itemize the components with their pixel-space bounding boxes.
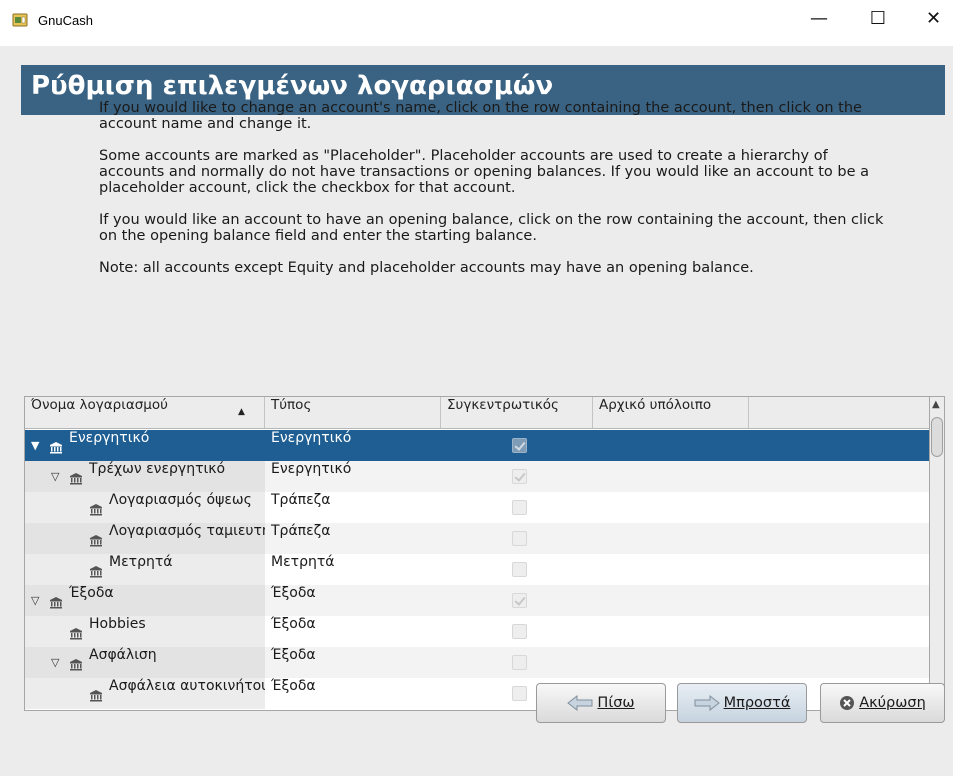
account-type: Τράπεζα [271, 492, 331, 508]
account-name[interactable]: Μετρητά [109, 554, 265, 585]
bank-icon [89, 532, 103, 547]
opening-balance-cell[interactable] [595, 616, 745, 647]
placeholder-checkbox[interactable] [512, 593, 527, 608]
tree-row[interactable]: ▽ Τρέχων ενεργητικό Ενεργητικό [25, 461, 929, 492]
tree-row[interactable]: ▼ Ενεργητικό Ενεργητικό [25, 430, 929, 461]
cancel-icon [840, 696, 855, 710]
placeholder-checkbox[interactable] [512, 686, 527, 701]
tree-row[interactable]: Μετρητά Μετρητά [25, 554, 929, 585]
gnucash-icon [12, 13, 28, 27]
bank-icon [49, 439, 63, 454]
column-header-placeholder[interactable]: Συγκεντρωτικός [441, 397, 593, 428]
tree-header: Όνομα λογαριασμού ▲ Τύπος Συγκεντρωτικός… [25, 397, 929, 429]
opening-balance-cell[interactable] [595, 647, 745, 678]
tree-row[interactable]: ▽ Έξοδα Έξοδα [25, 585, 929, 616]
arrow-right-icon [694, 695, 720, 711]
maximize-button[interactable]: ☐ [855, 8, 901, 38]
page-title: Ρύθμιση επιλεγμένων λογαριασμών [31, 71, 554, 101]
account-name[interactable]: Λογαριασμός όψεως [109, 492, 265, 523]
back-button[interactable]: Πίσω [536, 683, 666, 723]
tree-row[interactable]: ▽ Ασφάλιση Έξοδα [25, 647, 929, 678]
bank-icon [89, 501, 103, 516]
bank-icon [69, 625, 83, 640]
placeholder-checkbox[interactable] [512, 562, 527, 577]
sort-ascending-icon: ▲ [238, 407, 245, 417]
column-header-name-label: Όνομα λογαριασμού [31, 397, 168, 413]
account-name[interactable]: Hobbies [89, 616, 265, 647]
placeholder-checkbox[interactable] [512, 438, 527, 453]
opening-balance-cell[interactable] [595, 492, 745, 523]
tree-row[interactable]: Λογαριασμός ταμιευτηρίου Τράπεζα [25, 523, 929, 554]
instruction-paragraph: If you would like to change an account's… [99, 100, 862, 132]
account-type: Ενεργητικό [271, 461, 352, 477]
forward-button[interactable]: Μπροστά [677, 683, 807, 723]
column-header-opening-balance[interactable]: Αρχικό υπόλοιπο [593, 397, 749, 428]
account-type: Τράπεζα [271, 523, 331, 539]
opening-balance-cell[interactable] [595, 430, 745, 461]
placeholder-checkbox[interactable] [512, 531, 527, 546]
account-type: Μετρητά [271, 554, 335, 570]
account-name[interactable]: Ασφάλιση [89, 647, 265, 678]
tree-scrollbar[interactable]: ▲ ▼ [930, 396, 945, 711]
placeholder-checkbox[interactable] [512, 500, 527, 515]
account-name[interactable]: Τρέχων ενεργητικό [89, 461, 265, 492]
account-name[interactable]: Ενεργητικό [69, 430, 265, 461]
bank-icon [49, 594, 63, 609]
arrow-left-icon [567, 695, 593, 711]
placeholder-checkbox[interactable] [512, 624, 527, 639]
column-header-filler [749, 397, 929, 428]
instruction-paragraph: Note: all accounts except Equity and pla… [99, 260, 754, 276]
minimize-button[interactable]: — [796, 8, 842, 38]
account-name[interactable]: Έξοδα [69, 585, 265, 616]
expand-toggle-icon[interactable]: ▽ [51, 647, 59, 678]
expand-toggle-icon[interactable]: ▼ [31, 430, 39, 461]
account-type: Έξοδα [271, 647, 316, 663]
back-button-label: Πίσω [597, 695, 635, 711]
close-button[interactable]: ✕ [914, 8, 953, 38]
instruction-paragraph: Some accounts are marked as "Placeholder… [99, 148, 869, 196]
placeholder-checkbox[interactable] [512, 469, 527, 484]
expand-toggle-icon[interactable]: ▽ [51, 461, 59, 492]
opening-balance-cell[interactable] [595, 461, 745, 492]
opening-balance-cell[interactable] [595, 523, 745, 554]
scrollbar-thumb[interactable] [931, 417, 943, 457]
account-type: Έξοδα [271, 678, 316, 694]
scroll-up-icon[interactable]: ▲ [932, 399, 940, 410]
column-header-type[interactable]: Τύπος [265, 397, 441, 428]
tree-row[interactable]: Λογαριασμός όψεως Τράπεζα [25, 492, 929, 523]
cancel-button-label: Ακύρωση [859, 695, 926, 711]
placeholder-checkbox[interactable] [512, 655, 527, 670]
bank-icon [69, 656, 83, 671]
window-title: GnuCash [38, 13, 93, 28]
account-type: Ενεργητικό [271, 430, 352, 446]
accounts-tree[interactable]: Όνομα λογαριασμού ▲ Τύπος Συγκεντρωτικός… [24, 396, 930, 711]
column-header-name[interactable]: Όνομα λογαριασμού [25, 397, 265, 428]
instructions: If you would like to change an account's… [99, 100, 889, 292]
window-titlebar: GnuCash — ☐ ✕ [0, 0, 953, 46]
forward-button-label: Μπροστά [723, 695, 791, 711]
opening-balance-cell[interactable] [595, 585, 745, 616]
bank-icon [89, 687, 103, 702]
account-type: Έξοδα [271, 616, 316, 632]
opening-balance-cell[interactable] [595, 554, 745, 585]
instruction-paragraph: If you would like an account to have an … [99, 212, 884, 244]
account-name[interactable]: Λογαριασμός ταμιευτηρίου [109, 523, 265, 554]
account-name[interactable]: Ασφάλεια αυτοκινήτου [109, 678, 265, 709]
account-type: Έξοδα [271, 585, 316, 601]
expand-toggle-icon[interactable]: ▽ [31, 585, 39, 616]
bank-icon [89, 563, 103, 578]
tree-row[interactable]: Hobbies Έξοδα [25, 616, 929, 647]
bank-icon [69, 470, 83, 485]
cancel-button[interactable]: Ακύρωση [820, 683, 945, 723]
